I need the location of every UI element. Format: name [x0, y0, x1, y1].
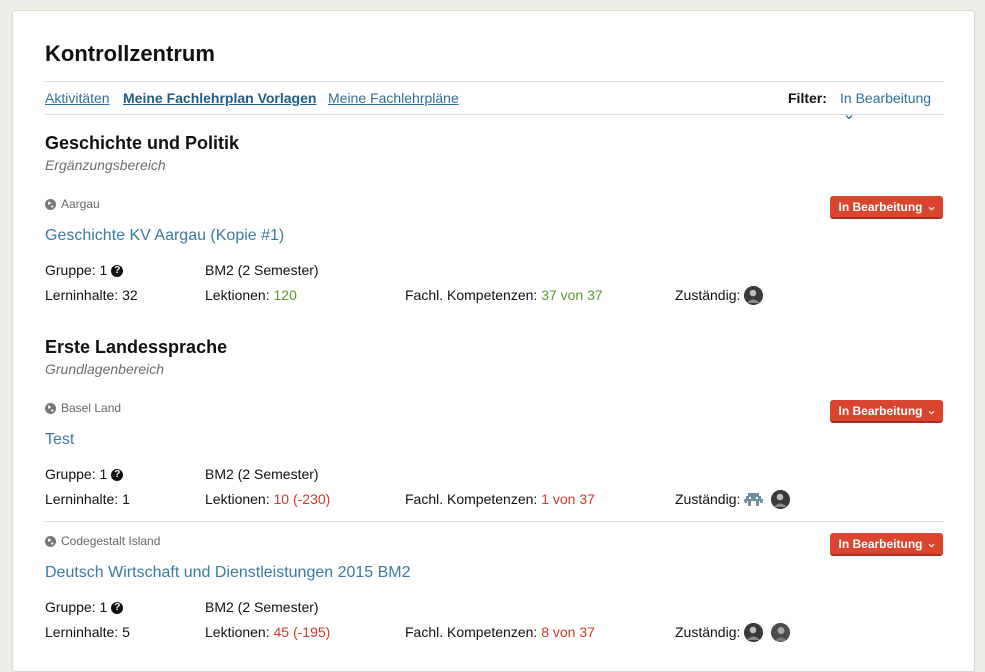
gruppe-field: Gruppe: 1?	[45, 262, 124, 278]
chevron-down-icon	[845, 107, 853, 123]
chevron-down-icon	[928, 537, 935, 551]
lerninhalte-label: Lerninhalte:	[45, 491, 119, 507]
kompetenzen-value: 37 von 37	[541, 287, 603, 303]
lerninhalte-value: 32	[122, 287, 138, 303]
zustaendig-label: Zuständig:	[675, 491, 741, 508]
status-dropdown-button[interactable]: In Bearbeitung	[830, 196, 943, 219]
plan-link[interactable]: Test	[45, 431, 74, 449]
tab-aktivitaeten[interactable]: Aktivitäten	[45, 90, 110, 106]
gruppe-value: 1	[99, 466, 108, 482]
plan-region-label: Basel Land	[61, 401, 122, 415]
help-icon[interactable]: ?	[111, 469, 124, 482]
gruppe-label: Gruppe:	[45, 466, 96, 482]
gruppe-field: Gruppe: 1?	[45, 599, 124, 615]
plan-region: Codegestalt Island	[45, 534, 160, 548]
plan-region: Basel Land	[45, 401, 121, 415]
chevron-down-icon	[928, 404, 935, 418]
zustaendig-label: Zuständig:	[675, 287, 741, 304]
help-icon[interactable]: ?	[111, 602, 124, 615]
plan-region: Aargau	[45, 197, 100, 211]
lerninhalte-field: Lerninhalte: 5	[45, 624, 130, 640]
lektionen-field: Lektionen: 120	[205, 287, 297, 303]
avatar[interactable]	[744, 490, 764, 509]
lektionen-field: Lektionen: 10 (-230)	[205, 491, 330, 507]
plan-link[interactable]: Geschichte KV Aargau (Kopie #1)	[45, 227, 284, 245]
divider	[45, 521, 944, 522]
status-button-label: In Bearbeitung	[838, 403, 923, 418]
lerninhalte-value: 1	[122, 491, 130, 507]
lektionen-label: Lektionen:	[205, 491, 270, 507]
status-button-label: In Bearbeitung	[838, 536, 923, 551]
lerninhalte-field: Lerninhalte: 1	[45, 491, 130, 507]
status-dropdown-button[interactable]: In Bearbeitung	[830, 400, 943, 423]
globe-icon	[45, 402, 56, 414]
zustaendig-field: Zuständig:	[675, 490, 791, 510]
status-button-label: In Bearbeitung	[838, 199, 923, 214]
kompetenzen-label: Fachl. Kompetenzen:	[405, 491, 538, 507]
plan-region-label: Aargau	[61, 197, 100, 211]
filter-label: Filter:	[788, 90, 827, 106]
lerninhalte-label: Lerninhalte:	[45, 287, 119, 303]
control-center-panel: Kontrollzentrum Aktivitäten Meine Fachle…	[12, 10, 975, 672]
page-title: Kontrollzentrum	[45, 41, 215, 66]
avatar[interactable]	[771, 490, 791, 509]
tab-meine-fachlehrplaene[interactable]: Meine Fachlehrpläne	[328, 90, 459, 106]
area-title: Erste Landessprache	[45, 337, 228, 357]
kompetenzen-value: 1 von 37	[541, 491, 595, 507]
gruppe-label: Gruppe:	[45, 599, 96, 615]
kompetenzen-label: Fachl. Kompetenzen:	[405, 287, 538, 303]
globe-icon	[45, 535, 56, 547]
plan-region-label: Codegestalt Island	[61, 534, 161, 548]
zustaendig-field: Zuständig:	[675, 623, 791, 643]
lerninhalte-value: 5	[122, 624, 130, 640]
kompetenzen-field: Fachl. Kompetenzen: 37 von 37	[405, 287, 603, 303]
gruppe-label: Gruppe:	[45, 262, 96, 278]
avatar[interactable]	[771, 623, 791, 642]
lerninhalte-field: Lerninhalte: 32	[45, 287, 138, 303]
plan-link[interactable]: Deutsch Wirtschaft und Dienstleistungen …	[45, 564, 411, 582]
kompetenzen-label: Fachl. Kompetenzen:	[405, 624, 538, 640]
status-dropdown-button[interactable]: In Bearbeitung	[830, 533, 943, 556]
lektionen-label: Lektionen:	[205, 287, 270, 303]
filter-dropdown[interactable]: In Bearbeitung	[840, 90, 944, 123]
program-value: BM2 (2 Semester)	[205, 599, 319, 615]
avatar[interactable]	[744, 286, 764, 305]
lektionen-label: Lektionen:	[205, 624, 270, 640]
tab-meine-fachlehrplan-vorlagen[interactable]: Meine Fachlehrplan Vorlagen	[123, 90, 316, 106]
gruppe-value: 1	[99, 262, 108, 278]
gruppe-field: Gruppe: 1?	[45, 466, 124, 482]
kompetenzen-field: Fachl. Kompetenzen: 8 von 37	[405, 624, 595, 640]
kompetenzen-field: Fachl. Kompetenzen: 1 von 37	[405, 491, 595, 507]
zustaendig-label: Zuständig:	[675, 624, 741, 641]
globe-icon	[45, 198, 56, 210]
area-title: Geschichte und Politik	[45, 133, 240, 153]
kompetenzen-value: 8 von 37	[541, 624, 595, 640]
gruppe-value: 1	[99, 599, 108, 615]
filter-value: In Bearbeitung	[840, 90, 932, 106]
lektionen-field: Lektionen: 45 (-195)	[205, 624, 330, 640]
lerninhalte-label: Lerninhalte:	[45, 624, 119, 640]
help-icon[interactable]: ?	[111, 265, 124, 278]
program-value: BM2 (2 Semester)	[205, 466, 319, 482]
lektionen-value: 45 (-195)	[273, 624, 331, 640]
avatar[interactable]	[744, 623, 764, 642]
area-subtitle: Ergänzungsbereich	[45, 157, 166, 173]
area-subtitle: Grundlagenbereich	[45, 361, 165, 377]
tab-nav: Aktivitäten Meine Fachlehrplan Vorlagen …	[45, 81, 944, 120]
zustaendig-field: Zuständig:	[675, 286, 764, 306]
lektionen-value: 120	[273, 287, 297, 303]
chevron-down-icon	[928, 200, 935, 214]
program-value: BM2 (2 Semester)	[205, 262, 319, 278]
lektionen-value: 10 (-230)	[273, 491, 331, 507]
